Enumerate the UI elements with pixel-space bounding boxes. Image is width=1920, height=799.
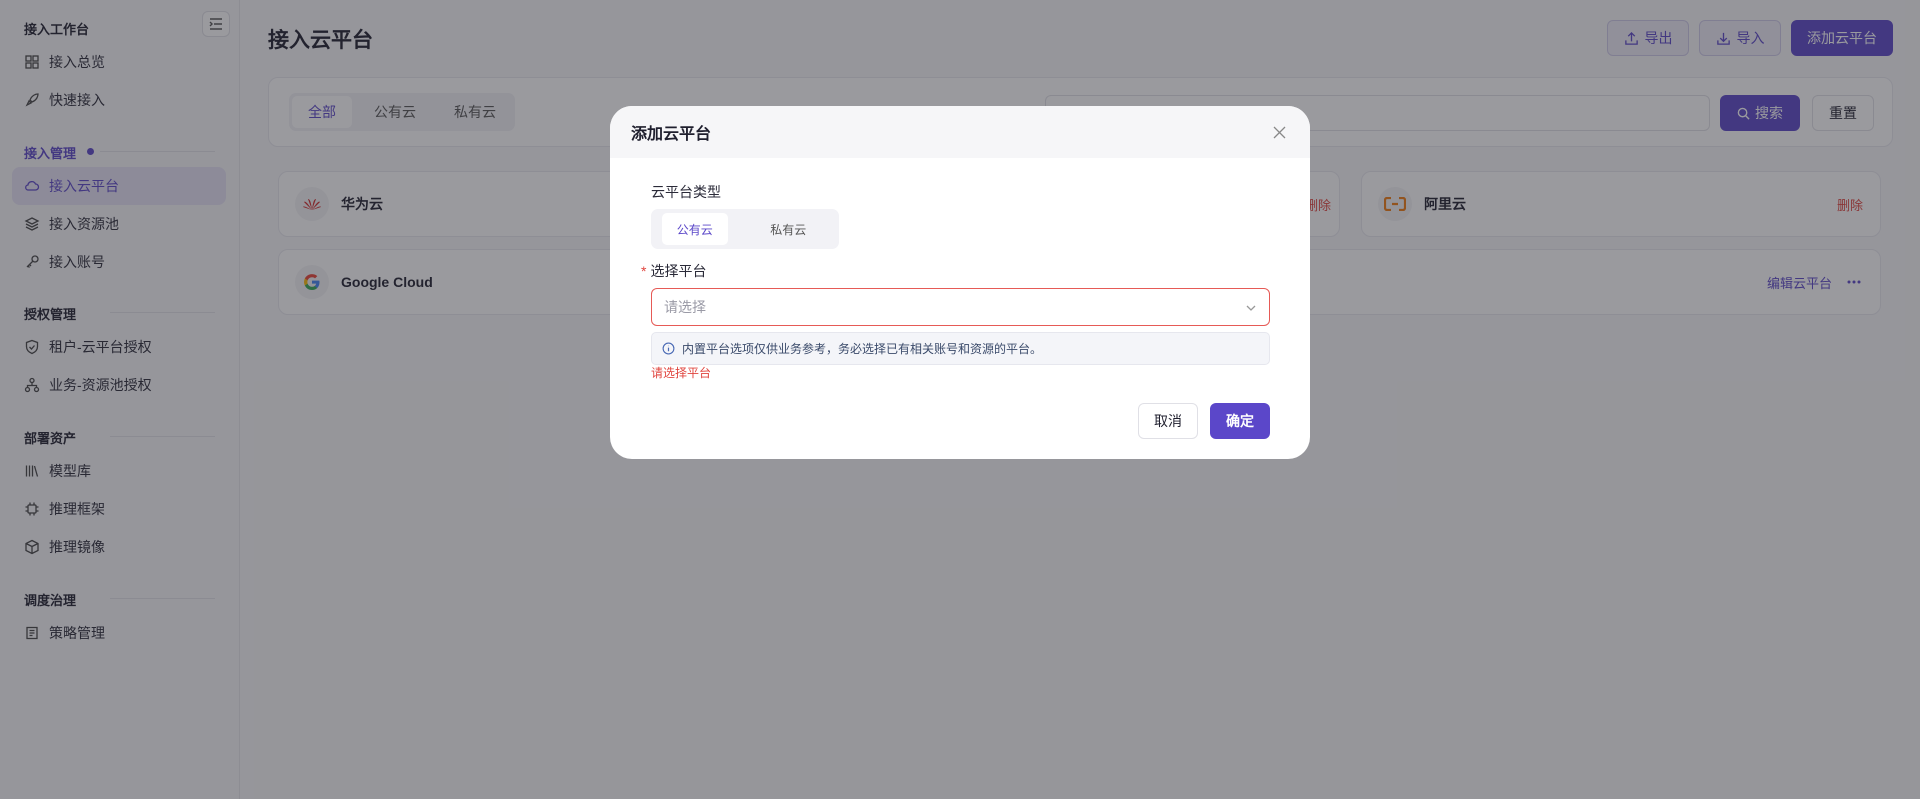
close-icon[interactable] — [1273, 126, 1286, 139]
info-icon — [662, 342, 675, 355]
cloud-type-option-public[interactable]: 公有云 — [662, 213, 728, 245]
required-mark: * — [641, 263, 647, 279]
cloud-type-option-private[interactable]: 私有云 — [756, 213, 822, 245]
info-tip: 内置平台选项仅供业务参考，务必选择已有相关账号和资源的平台。 — [651, 332, 1270, 365]
cancel-button[interactable]: 取消 — [1138, 403, 1198, 439]
platform-error-message: 请选择平台 — [651, 366, 712, 380]
dialog-title: 添加云平台 — [631, 126, 712, 143]
cloud-type-selector: 公有云 私有云 — [651, 209, 839, 249]
confirm-button[interactable]: 确定 — [1210, 403, 1270, 439]
platform-select-placeholder: 请选择 — [664, 299, 706, 315]
chevron-down-icon — [1246, 305, 1256, 311]
dialog-header: 添加云平台 — [610, 106, 1310, 158]
platform-field-label: * 选择平台 — [641, 261, 706, 281]
platform-label-text: 选择平台 — [650, 263, 707, 279]
platform-select[interactable]: 请选择 — [651, 288, 1270, 326]
cloud-type-label: 云平台类型 — [651, 184, 721, 200]
add-cloud-platform-dialog: 添加云平台 云平台类型 公有云 私有云 * 选择平台 请选择 内置平台选项仅供业务… — [610, 106, 1310, 459]
info-tip-text: 内置平台选项仅供业务参考，务必选择已有相关账号和资源的平台。 — [682, 342, 1043, 356]
